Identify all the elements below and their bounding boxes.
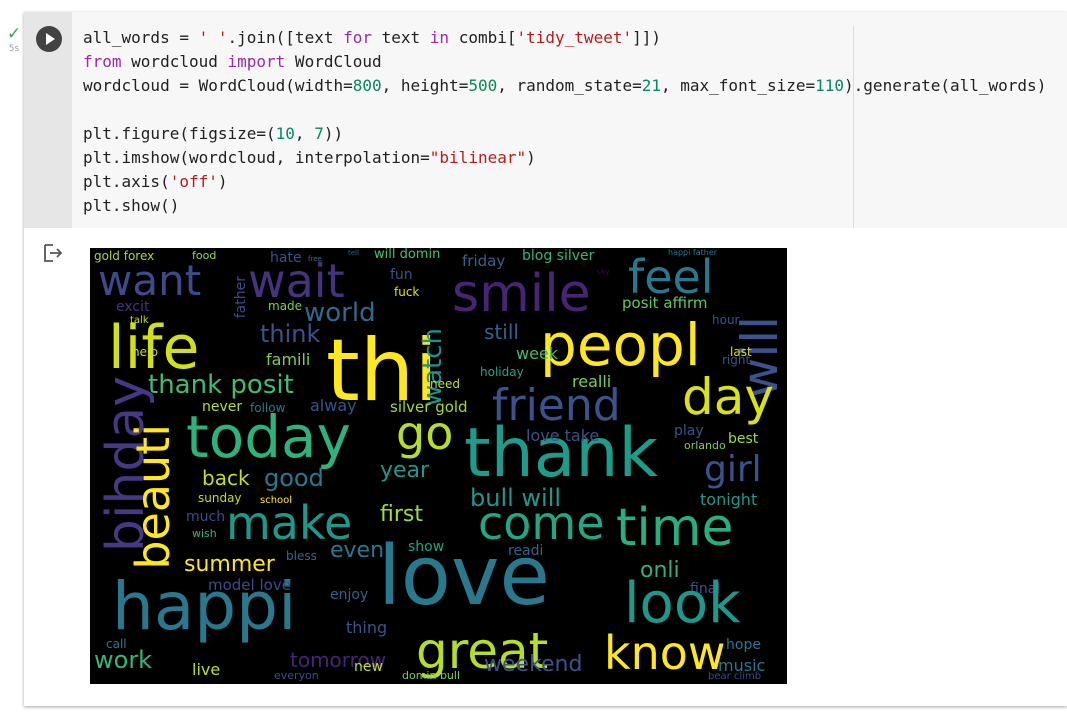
- wordcloud-image: gold forex food hate free tell will domin frid…: [90, 248, 787, 684]
- wordcloud-word: watch: [418, 328, 448, 407]
- wordcloud-word: year: [380, 458, 430, 483]
- wordcloud-word: fun: [390, 267, 413, 283]
- wordcloud-word: made: [268, 299, 303, 313]
- wordcloud-word: say: [596, 267, 610, 276]
- wordcloud-word: father: [233, 276, 249, 319]
- wordcloud-word: beauti: [126, 424, 180, 570]
- code-line: plt.figure(figsize=(10, 7)): [83, 124, 344, 143]
- wordcloud-word: model love: [208, 576, 291, 594]
- wordcloud-word: love: [378, 529, 550, 624]
- wordcloud-word: hour: [712, 313, 740, 327]
- wordcloud-word: famili: [266, 350, 311, 369]
- wordcloud-word: everyon: [274, 669, 319, 682]
- code-line: plt.imshow(wordcloud, interpolation="bil…: [83, 148, 536, 167]
- code-editor[interactable]: all_words = ' '.join([text for text in c…: [83, 26, 1046, 218]
- wordcloud-word: know: [604, 626, 726, 680]
- run-cell-button[interactable]: [36, 26, 62, 52]
- line-length-ruler: [853, 26, 854, 228]
- execution-time: 5s: [8, 44, 20, 54]
- wordcloud-word: first: [380, 502, 423, 527]
- wordcloud-word: girl: [704, 449, 762, 490]
- code-cell: all_words = ' '.join([text for text in c…: [24, 12, 1067, 706]
- wordcloud-word: wish: [192, 527, 217, 540]
- wordcloud-word: enjoy: [330, 587, 369, 603]
- wordcloud-word: excit: [116, 299, 150, 315]
- wordcloud-word: call: [106, 637, 127, 651]
- wordcloud-word: domin bull: [402, 669, 461, 682]
- cell-status: ✓ 5s: [4, 24, 24, 55]
- cell-gutter: [24, 12, 72, 228]
- wordcloud-word: week: [516, 344, 559, 363]
- wordcloud-word: play: [674, 423, 704, 439]
- wordcloud-word: holiday: [480, 365, 524, 379]
- wordcloud-word: fuck: [394, 285, 420, 299]
- wordcloud-word: good: [264, 464, 324, 492]
- wordcloud-word: thank posit: [148, 370, 294, 400]
- wordcloud-word: time: [616, 498, 734, 558]
- wordcloud-word: talk: [130, 315, 149, 326]
- code-line: plt.show(): [83, 196, 180, 215]
- wordcloud-word: blog silver: [522, 248, 595, 264]
- code-line: plt.axis('off'): [83, 172, 228, 191]
- wordcloud-word: thing: [346, 618, 388, 637]
- wordcloud-word: peopl: [540, 311, 701, 379]
- wordcloud-word: help: [132, 345, 158, 359]
- wordcloud-word: live: [192, 660, 221, 679]
- wordcloud-word: day: [682, 368, 774, 426]
- wordcloud-word: go: [396, 406, 454, 460]
- wordcloud-word: posit affirm: [622, 294, 708, 312]
- wordcloud-word: today: [186, 403, 351, 471]
- wordcloud-word: back: [202, 466, 250, 490]
- wordcloud-word: weekend: [484, 652, 583, 677]
- wordcloud-word: best: [728, 431, 759, 447]
- wordcloud-word: tell: [348, 249, 359, 257]
- wordcloud-word: bless: [286, 549, 317, 563]
- code-input-area[interactable]: all_words = ' '.join([text for text in c…: [24, 12, 1067, 228]
- wordcloud-word: hope: [726, 637, 761, 653]
- wordcloud-word: still: [484, 320, 519, 344]
- wordcloud-word: think: [260, 320, 321, 348]
- output-redirect-icon[interactable]: [42, 242, 64, 264]
- cell-output: gold forex food hate free tell will domin frid…: [24, 228, 1067, 706]
- checkmark-icon: ✓: [6, 24, 22, 44]
- wordcloud-word: much: [186, 509, 226, 525]
- wordcloud-word: love take: [526, 426, 600, 445]
- wordcloud-word: right: [722, 353, 751, 367]
- code-line: all_words = ' '.join([text for text in c…: [83, 28, 661, 47]
- wordcloud-word: new: [354, 659, 383, 675]
- wordcloud-word: even: [330, 538, 385, 563]
- code-line: wordcloud = WordCloud(width=800, height=…: [83, 76, 1047, 95]
- wordcloud-word: want: [98, 256, 202, 305]
- wordcloud-word: work: [94, 646, 153, 674]
- code-line: from wordcloud import WordCloud: [83, 52, 382, 71]
- wordcloud-word: will domin: [374, 248, 441, 262]
- wordcloud-word: look: [624, 571, 741, 636]
- wordcloud-word: need: [430, 377, 460, 391]
- wordcloud-word: bear climb: [708, 671, 762, 682]
